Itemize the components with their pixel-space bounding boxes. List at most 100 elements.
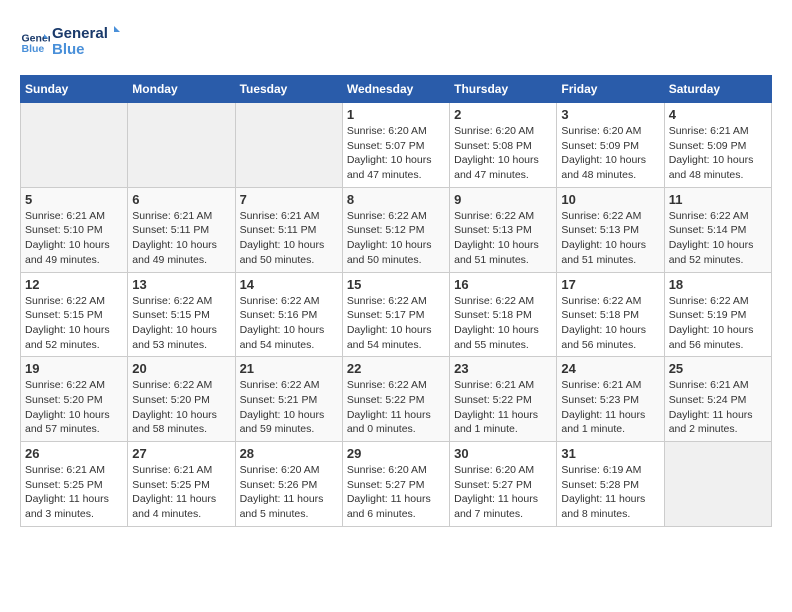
day-info: Sunrise: 6:22 AMSunset: 5:15 PMDaylight:… — [25, 294, 123, 353]
day-cell: 7Sunrise: 6:21 AMSunset: 5:11 PMDaylight… — [235, 187, 342, 272]
day-number: 3 — [561, 107, 659, 122]
day-number: 23 — [454, 361, 552, 376]
col-header-thursday: Thursday — [450, 76, 557, 103]
day-number: 5 — [25, 192, 123, 207]
day-number: 19 — [25, 361, 123, 376]
day-info: Sunrise: 6:21 AMSunset: 5:25 PMDaylight:… — [25, 463, 123, 522]
day-cell: 26 Sunrise: 6:21 AMSunset: 5:25 PMDayligh… — [21, 442, 128, 527]
day-number: 9 — [454, 192, 552, 207]
day-number: 30 — [454, 446, 552, 461]
day-info: Sunrise: 6:20 AMSunset: 5:27 PMDaylight:… — [454, 463, 552, 522]
day-cell: 23 Sunrise: 6:21 AMSunset: 5:22 PMDayligh… — [450, 357, 557, 442]
day-cell: 2 Sunrise: 6:20 AMSunset: 5:08 PMDaylight… — [450, 103, 557, 188]
col-header-friday: Friday — [557, 76, 664, 103]
day-cell: 19 Sunrise: 6:22 AMSunset: 5:20 PMDayligh… — [21, 357, 128, 442]
svg-text:Blue: Blue — [22, 43, 45, 55]
day-cell: 31Sunrise: 6:19 AMSunset: 5:28 PMDayligh… — [557, 442, 664, 527]
day-cell: 3 Sunrise: 6:20 AMSunset: 5:09 PMDaylight… — [557, 103, 664, 188]
week-row-3: 12Sunrise: 6:22 AMSunset: 5:15 PMDayligh… — [21, 272, 772, 357]
day-cell: 11Sunrise: 6:22 AMSunset: 5:14 PMDayligh… — [664, 187, 771, 272]
day-info: Sunrise: 6:22 AMSunset: 5:20 PMDaylight:… — [132, 378, 230, 437]
day-info: Sunrise: 6:22 AMSunset: 5:18 PMDaylight:… — [561, 294, 659, 353]
day-cell: 14Sunrise: 6:22 AMSunset: 5:16 PMDayligh… — [235, 272, 342, 357]
day-cell: 20 Sunrise: 6:22 AMSunset: 5:20 PMDayligh… — [128, 357, 235, 442]
svg-text:General: General — [52, 25, 108, 42]
day-info: Sunrise: 6:22 AMSunset: 5:18 PMDaylight:… — [454, 294, 552, 353]
day-info: Sunrise: 6:21 AMSunset: 5:09 PMDaylight:… — [669, 124, 767, 183]
day-number: 18 — [669, 277, 767, 292]
day-cell: 25 Sunrise: 6:21 AMSunset: 5:24 PMDayligh… — [664, 357, 771, 442]
day-cell: 24 Sunrise: 6:21 AMSunset: 5:23 PMDayligh… — [557, 357, 664, 442]
day-number: 2 — [454, 107, 552, 122]
day-number: 15 — [347, 277, 445, 292]
day-number: 20 — [132, 361, 230, 376]
calendar-header-row: SundayMondayTuesdayWednesdayThursdayFrid… — [21, 76, 772, 103]
day-info: Sunrise: 6:21 AMSunset: 5:25 PMDaylight:… — [132, 463, 230, 522]
day-info: Sunrise: 6:20 AMSunset: 5:27 PMDaylight:… — [347, 463, 445, 522]
day-cell: 29 Sunrise: 6:20 AMSunset: 5:27 PMDayligh… — [342, 442, 449, 527]
day-cell: 8 Sunrise: 6:22 AMSunset: 5:12 PMDaylight… — [342, 187, 449, 272]
day-cell — [128, 103, 235, 188]
day-number: 8 — [347, 192, 445, 207]
week-row-1: 1 Sunrise: 6:20 AMSunset: 5:07 PMDaylight… — [21, 103, 772, 188]
day-info: Sunrise: 6:20 AMSunset: 5:09 PMDaylight:… — [561, 124, 659, 183]
col-header-sunday: Sunday — [21, 76, 128, 103]
day-cell: 18 Sunrise: 6:22 AMSunset: 5:19 PMDayligh… — [664, 272, 771, 357]
day-info: Sunrise: 6:22 AMSunset: 5:13 PMDaylight:… — [454, 209, 552, 268]
day-info: Sunrise: 6:21 AMSunset: 5:11 PMDaylight:… — [132, 209, 230, 268]
week-row-4: 19 Sunrise: 6:22 AMSunset: 5:20 PMDayligh… — [21, 357, 772, 442]
day-cell: 12Sunrise: 6:22 AMSunset: 5:15 PMDayligh… — [21, 272, 128, 357]
day-cell: 16 Sunrise: 6:22 AMSunset: 5:18 PMDayligh… — [450, 272, 557, 357]
week-row-5: 26 Sunrise: 6:21 AMSunset: 5:25 PMDayligh… — [21, 442, 772, 527]
day-number: 24 — [561, 361, 659, 376]
calendar-table: SundayMondayTuesdayWednesdayThursdayFrid… — [20, 75, 772, 527]
day-info: Sunrise: 6:22 AMSunset: 5:12 PMDaylight:… — [347, 209, 445, 268]
day-info: Sunrise: 6:22 AMSunset: 5:20 PMDaylight:… — [25, 378, 123, 437]
day-info: Sunrise: 6:20 AMSunset: 5:08 PMDaylight:… — [454, 124, 552, 183]
day-number: 25 — [669, 361, 767, 376]
logo: General Blue General Blue — [20, 20, 122, 65]
day-info: Sunrise: 6:21 AMSunset: 5:24 PMDaylight:… — [669, 378, 767, 437]
day-cell: 1 Sunrise: 6:20 AMSunset: 5:07 PMDaylight… — [342, 103, 449, 188]
day-number: 26 — [25, 446, 123, 461]
day-cell: 22Sunrise: 6:22 AMSunset: 5:22 PMDayligh… — [342, 357, 449, 442]
day-info: Sunrise: 6:22 AMSunset: 5:13 PMDaylight:… — [561, 209, 659, 268]
day-info: Sunrise: 6:22 AMSunset: 5:15 PMDaylight:… — [132, 294, 230, 353]
day-info: Sunrise: 6:21 AMSunset: 5:23 PMDaylight:… — [561, 378, 659, 437]
day-cell: 5 Sunrise: 6:21 AMSunset: 5:10 PMDaylight… — [21, 187, 128, 272]
day-info: Sunrise: 6:22 AMSunset: 5:16 PMDaylight:… — [240, 294, 338, 353]
day-info: Sunrise: 6:22 AMSunset: 5:17 PMDaylight:… — [347, 294, 445, 353]
day-cell: 21Sunrise: 6:22 AMSunset: 5:21 PMDayligh… — [235, 357, 342, 442]
day-number: 16 — [454, 277, 552, 292]
day-cell: 17Sunrise: 6:22 AMSunset: 5:18 PMDayligh… — [557, 272, 664, 357]
day-info: Sunrise: 6:20 AMSunset: 5:07 PMDaylight:… — [347, 124, 445, 183]
day-cell — [21, 103, 128, 188]
page-header: General Blue General Blue — [20, 20, 772, 65]
day-number: 7 — [240, 192, 338, 207]
day-info: Sunrise: 6:22 AMSunset: 5:22 PMDaylight:… — [347, 378, 445, 437]
svg-text:Blue: Blue — [52, 41, 85, 58]
day-info: Sunrise: 6:22 AMSunset: 5:19 PMDaylight:… — [669, 294, 767, 353]
col-header-saturday: Saturday — [664, 76, 771, 103]
day-cell: 28 Sunrise: 6:20 AMSunset: 5:26 PMDayligh… — [235, 442, 342, 527]
day-number: 11 — [669, 192, 767, 207]
day-cell: 15 Sunrise: 6:22 AMSunset: 5:17 PMDayligh… — [342, 272, 449, 357]
day-number: 13 — [132, 277, 230, 292]
col-header-wednesday: Wednesday — [342, 76, 449, 103]
day-info: Sunrise: 6:19 AMSunset: 5:28 PMDaylight:… — [561, 463, 659, 522]
week-row-2: 5 Sunrise: 6:21 AMSunset: 5:10 PMDaylight… — [21, 187, 772, 272]
day-info: Sunrise: 6:21 AMSunset: 5:10 PMDaylight:… — [25, 209, 123, 268]
day-info: Sunrise: 6:21 AMSunset: 5:22 PMDaylight:… — [454, 378, 552, 437]
day-cell — [664, 442, 771, 527]
day-number: 1 — [347, 107, 445, 122]
day-cell: 4Sunrise: 6:21 AMSunset: 5:09 PMDaylight… — [664, 103, 771, 188]
day-cell: 9 Sunrise: 6:22 AMSunset: 5:13 PMDaylight… — [450, 187, 557, 272]
day-info: Sunrise: 6:20 AMSunset: 5:26 PMDaylight:… — [240, 463, 338, 522]
day-number: 27 — [132, 446, 230, 461]
col-header-monday: Monday — [128, 76, 235, 103]
day-number: 10 — [561, 192, 659, 207]
day-number: 28 — [240, 446, 338, 461]
col-header-tuesday: Tuesday — [235, 76, 342, 103]
day-cell: 6Sunrise: 6:21 AMSunset: 5:11 PMDaylight… — [128, 187, 235, 272]
day-number: 29 — [347, 446, 445, 461]
